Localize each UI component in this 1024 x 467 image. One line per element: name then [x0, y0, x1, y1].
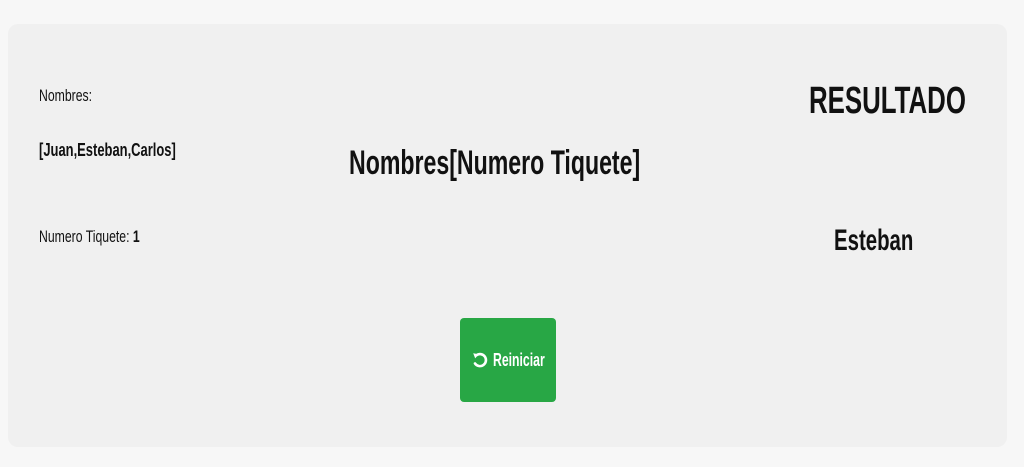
undo-icon [471, 351, 489, 369]
ticket-label-text: Numero Tiquete: [39, 227, 130, 246]
names-label: Nombres: [39, 86, 93, 105]
result-value: Esteban [834, 224, 914, 257]
expression-title: Nombres[Numero Tiquete] [349, 144, 641, 182]
reset-button-label: Reiniciar [493, 349, 545, 370]
content-card: Nombres: [Juan,Esteban,Carlos] Numero Ti… [8, 24, 1007, 447]
ticket-number-value: 1 [132, 227, 140, 246]
reset-button[interactable]: Reiniciar [460, 318, 556, 402]
ticket-number-label: Numero Tiquete: 1 [39, 227, 140, 247]
names-list: [Juan,Esteban,Carlos] [39, 140, 176, 160]
result-heading: RESULTADO [809, 80, 966, 122]
